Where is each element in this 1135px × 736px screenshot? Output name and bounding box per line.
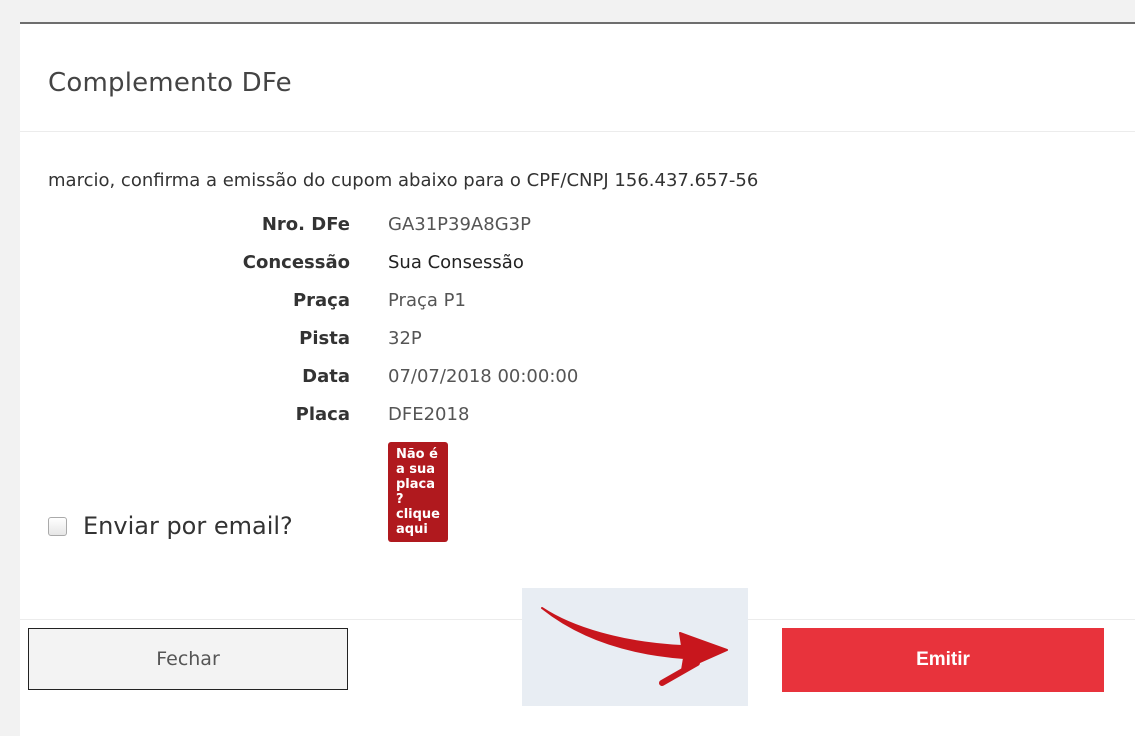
email-option[interactable]: Enviar por email?: [48, 512, 293, 540]
red-arrow-icon: [541, 607, 728, 686]
detail-label: Placa: [295, 404, 350, 425]
wrong-plate-link[interactable]: Não é a sua placa ? clique aqui: [388, 442, 448, 542]
email-checkbox[interactable]: [48, 516, 67, 536]
detail-value: GA31P39A8G3P: [388, 214, 531, 235]
detail-row-nro-dfe: Nro. DFe GA31P39A8G3P: [20, 214, 531, 244]
email-checkbox-label[interactable]: Enviar por email?: [83, 512, 293, 540]
detail-value: 07/07/2018 00:00:00: [388, 366, 579, 387]
detail-value: 32P: [388, 328, 422, 349]
arrow-annotation: [522, 588, 748, 706]
modal-footer: Fechar Emitir: [0, 588, 1115, 714]
modal-body: marcio, confirma a emissão do cupom abai…: [20, 132, 1135, 620]
detail-value: Sua Consessão: [388, 252, 524, 273]
detail-label: Concessão: [242, 252, 350, 273]
detail-row-placa: Placa DFE2018: [20, 404, 520, 434]
modal-header: Complemento DFe: [20, 24, 1135, 132]
detail-row-data: Data 07/07/2018 00:00:00: [20, 366, 578, 396]
close-button[interactable]: Fechar: [28, 628, 348, 690]
detail-row-concessao: Concessão Sua Consessão: [20, 252, 524, 282]
detail-label: Nro. DFe: [261, 214, 350, 235]
emit-button[interactable]: Emitir: [782, 628, 1104, 692]
detail-value: Praça P1: [388, 290, 466, 311]
detail-label: Data: [302, 366, 350, 387]
confirmation-text: marcio, confirma a emissão do cupom abai…: [48, 170, 759, 191]
detail-label: Pista: [299, 328, 350, 349]
detail-label: Praça: [292, 290, 350, 311]
modal-title: Complemento DFe: [48, 68, 292, 98]
detail-row-praca: Praça Praça P1: [20, 290, 520, 320]
detail-value: DFE2018: [388, 404, 470, 425]
detail-row-pista: Pista 32P: [20, 328, 520, 358]
